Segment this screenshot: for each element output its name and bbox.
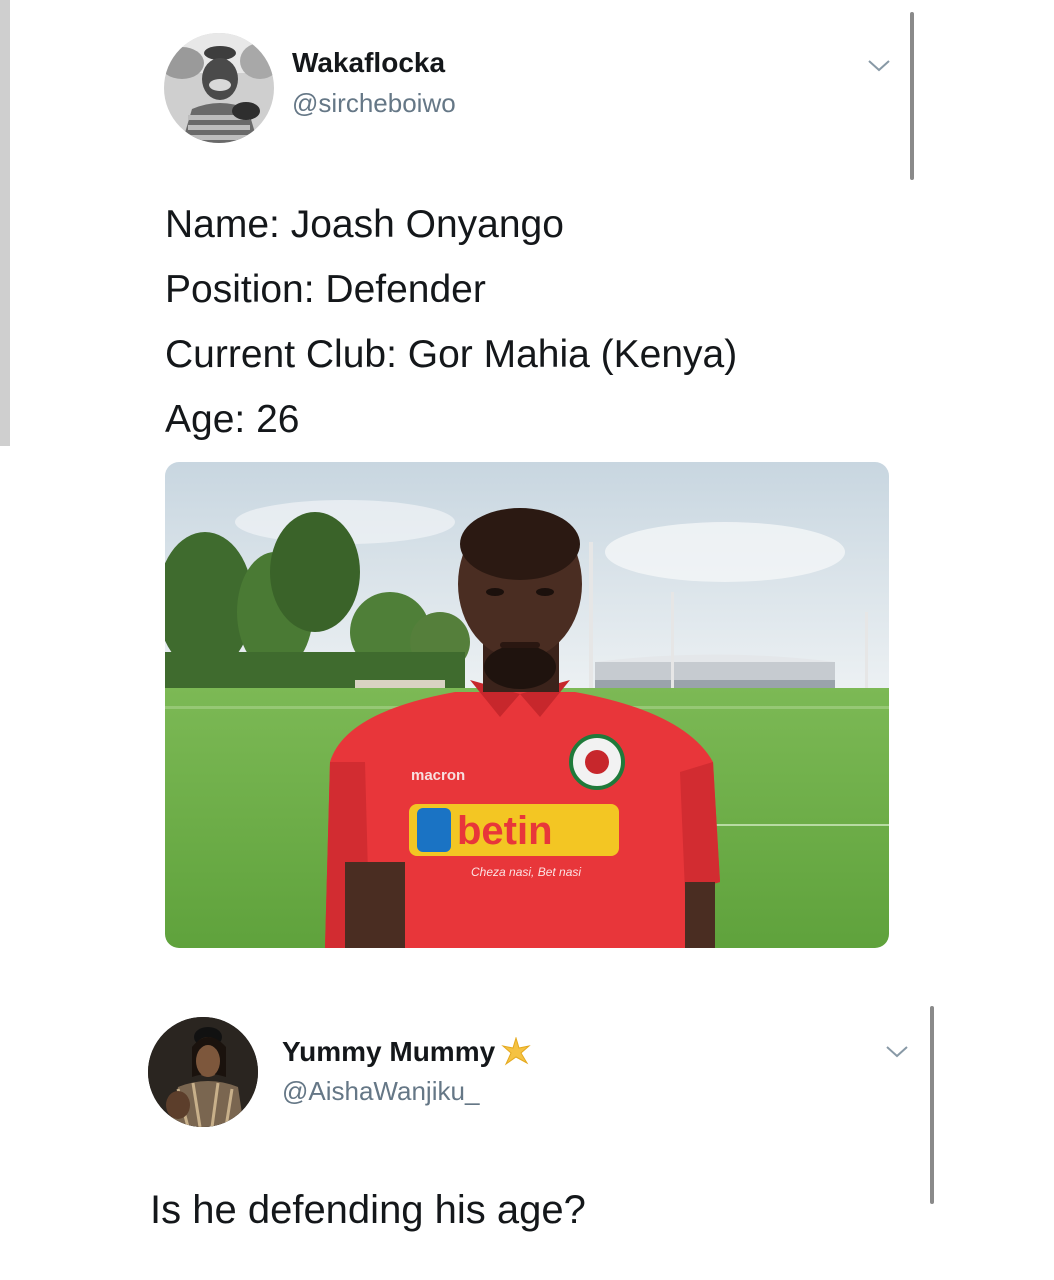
tweet-line-club: Current Club: Gor Mahia (Kenya) <box>165 333 738 376</box>
brand-small-text: macron <box>411 767 465 784</box>
thread-line-bottom <box>930 1006 934 1204</box>
chevron-down-icon[interactable] <box>866 58 892 74</box>
reply-user-handle[interactable]: @AishaWanjiku_ <box>282 1076 479 1107</box>
reply-avatar[interactable] <box>148 1017 258 1127</box>
reply-display-name[interactable]: Yummy Mummy <box>282 1036 531 1068</box>
avatar[interactable] <box>164 33 274 143</box>
reply-display-name-text: Yummy Mummy <box>282 1036 496 1067</box>
tweet-line-name: Name: Joash Onyango <box>165 203 564 246</box>
tagline-text: Cheza nasi, Bet nasi <box>471 865 581 879</box>
reply-text: Is he defending his age? <box>150 1188 586 1232</box>
user-handle[interactable]: @sircheboiwo <box>292 88 456 119</box>
tweet-line-position: Position: Defender <box>165 268 486 311</box>
thread-line-top <box>910 12 914 180</box>
tweet-text: Name: Joash Onyango Position: Defender C… <box>165 192 737 452</box>
tweet-photo[interactable]: macron betin Cheza nasi, Bet nasi <box>165 462 889 948</box>
profile-photo-icon <box>148 1017 258 1127</box>
sparkle-icon <box>501 1037 531 1066</box>
brand-main-text: betin <box>457 809 553 853</box>
display-name[interactable]: Wakaflocka <box>292 47 445 79</box>
profile-photo-icon <box>164 33 274 143</box>
screenshot: Wakaflocka @sircheboiwo Name: Joash Onya… <box>0 0 1054 1280</box>
left-edge-bar <box>0 0 10 446</box>
tweet-line-age: Age: 26 <box>165 398 300 441</box>
chevron-down-icon[interactable] <box>884 1044 910 1060</box>
